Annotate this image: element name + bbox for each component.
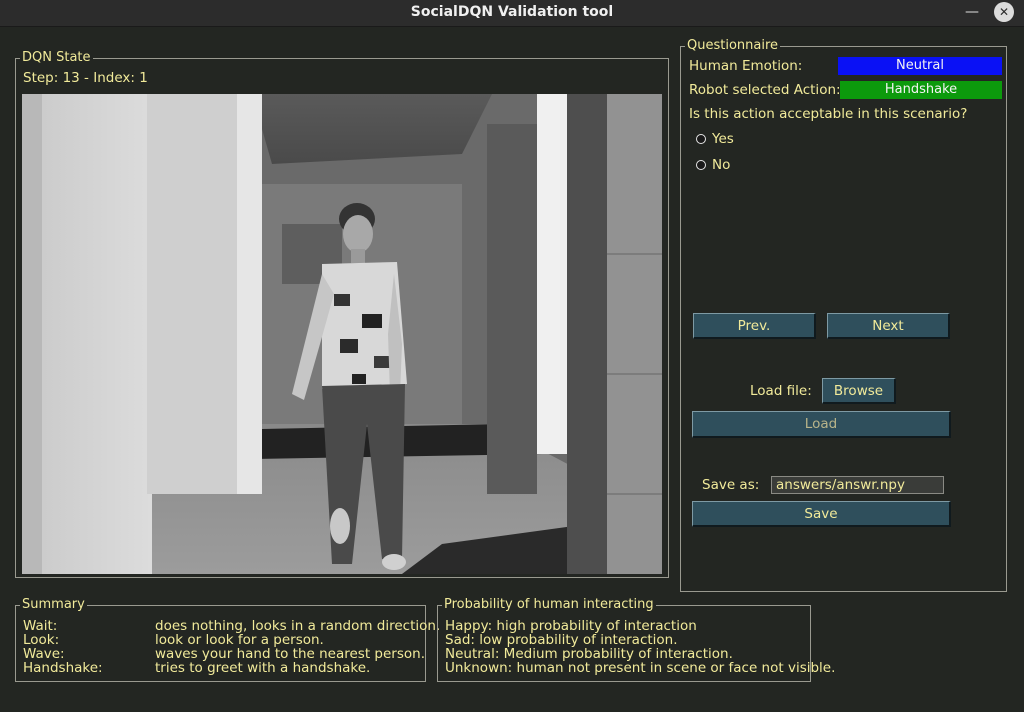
radio-yes-indicator (696, 134, 706, 144)
human-emotion-label: Human Emotion: (689, 58, 803, 74)
probability-row: Unknown: human not present in scene or f… (445, 660, 836, 676)
summary-action-desc: look or look for a person. (155, 632, 324, 648)
window-title: SocialDQN Validation tool (410, 4, 614, 20)
save-as-label: Save as: (702, 477, 760, 493)
minimize-button[interactable]: — (962, 2, 982, 22)
probability-row: Happy: high probability of interaction (445, 618, 697, 634)
summary-action-label: Wave: (23, 646, 65, 662)
next-button[interactable]: Next (827, 313, 950, 339)
load-file-label: Load file: (750, 383, 812, 399)
scene-image (22, 94, 662, 574)
questionnaire-legend: Questionnaire (685, 38, 781, 54)
save-button[interactable]: Save (692, 501, 951, 527)
radio-no-indicator (696, 160, 706, 170)
summary-legend: Summary (20, 597, 87, 613)
summary-action-desc: tries to greet with a handshake. (155, 660, 371, 676)
step-index-label: Step: 13 - Index: 1 (23, 70, 148, 86)
close-icon: ✕ (998, 5, 1010, 19)
load-button[interactable]: Load (692, 411, 951, 438)
probability-legend: Probability of human interacting (442, 597, 656, 613)
radio-no[interactable]: No (696, 157, 730, 173)
probability-row: Neutral: Medium probability of interacti… (445, 646, 733, 662)
title-bar: SocialDQN Validation tool — ✕ (0, 0, 1024, 27)
dqn-state-legend: DQN State (20, 50, 93, 66)
summary-action-label: Handshake: (23, 660, 103, 676)
robot-action-value: Handshake (840, 81, 1002, 99)
summary-action-desc: does nothing, looks in a random directio… (155, 618, 441, 634)
human-emotion-value: Neutral (838, 57, 1002, 75)
browse-button[interactable]: Browse (822, 378, 896, 404)
summary-action-desc: waves your hand to the nearest person. (155, 646, 425, 662)
save-as-input[interactable]: answers/answr.npy (771, 476, 944, 494)
acceptability-question: Is this action acceptable in this scenar… (689, 106, 968, 122)
radio-no-label: No (712, 157, 731, 173)
radio-yes-label: Yes (712, 131, 734, 147)
close-button[interactable]: ✕ (994, 2, 1014, 22)
probability-row: Sad: low probability of interaction. (445, 632, 678, 648)
robot-action-label: Robot selected Action: (689, 82, 841, 98)
prev-button[interactable]: Prev. (693, 313, 816, 339)
summary-action-label: Look: (23, 632, 60, 648)
radio-yes[interactable]: Yes (696, 131, 734, 147)
summary-action-label: Wait: (23, 618, 58, 634)
dqn-state-image (22, 94, 662, 574)
